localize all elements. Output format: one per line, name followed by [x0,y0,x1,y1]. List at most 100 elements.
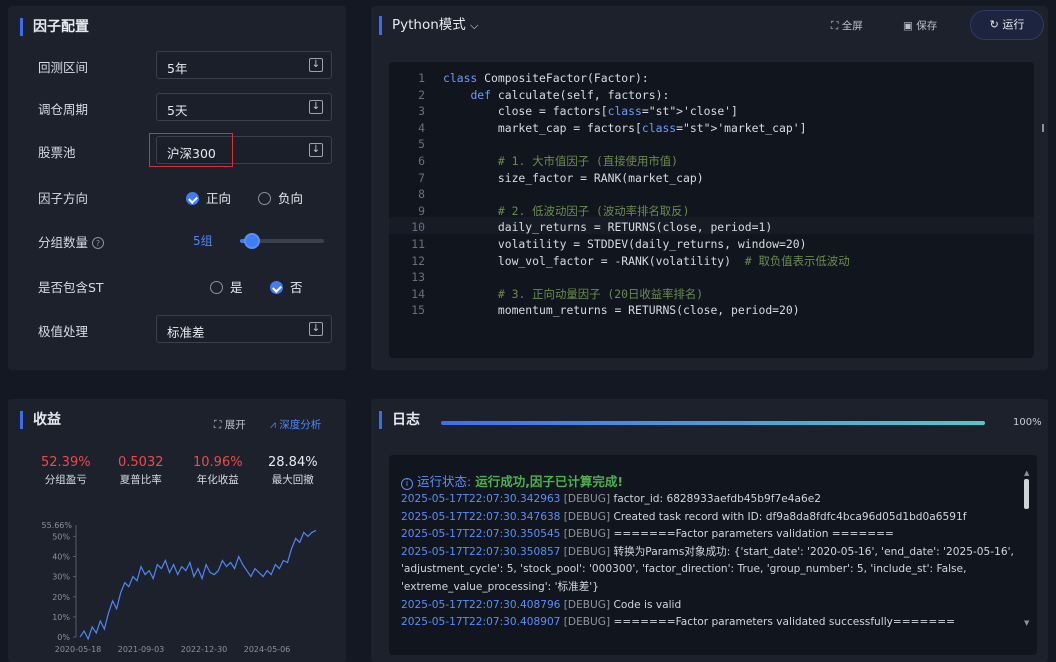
scrollbar-thumb[interactable] [1024,479,1029,509]
expand-button[interactable]: ⛶ 展开 [214,417,246,432]
factor-config-title: 因子配置 [20,18,89,36]
help-icon[interactable]: ? [92,237,104,249]
log-message: Code is valid [613,598,682,611]
returns-title: 收益 [20,411,61,429]
code-text: def calculate(self, factors): [470,87,670,102]
code-text: momentum_returns = RETURNS(close, period… [443,303,800,318]
line-number: 13 [411,270,425,285]
log-message: Created task record with ID: df9a8da8fdf… [613,510,967,523]
code-line: 14 # 3. 正向动量因子 (20日收益率排名) [389,286,1034,303]
code-line: 1 class CompositeFactor(Factor): [389,70,1034,87]
line-number: 1 [418,71,425,85]
stat-label: 夏普比率 [119,474,162,486]
log-timestamp: 2025-05-17T22:07:30.408796 [401,598,564,611]
code-line: 4 market_cap = factors[class="st">'marke… [389,120,1034,137]
mode-selector[interactable]: Python模式 ⌵ [379,16,478,35]
direction-positive-radio[interactable]: 正向 [186,188,231,207]
circle-icon [210,281,223,294]
analysis-button[interactable]: ⩘ 深度分析 [270,417,321,432]
backtest-select[interactable]: 5年 ↓ [156,51,332,79]
log-title: 日志 [379,411,420,429]
st-yes-radio[interactable]: 是 [210,277,243,296]
code-text: # 2. 低波动因子 (波动率排名取反) [497,203,690,218]
line-number: 5 [418,137,425,152]
x-tick-label: 2020-05-18 [55,645,102,654]
groups-row: 分组数量 ? 5组 [8,226,346,256]
status-label: 运行状态: [416,474,472,489]
log-output[interactable]: i 运行状态: 运行成功,因子已计算完成! ▲ ▼ 2025-05-17T22:… [389,455,1037,655]
log-timestamp: 2025-05-17T22:07:30.350857 [401,545,564,558]
st-label: 是否包含ST [38,280,104,295]
x-tick-label: 2024-05-06 [244,645,291,654]
line-number: 11 [411,237,425,251]
code-line: 11 volatility = STDDEV(daily_returns, wi… [389,236,1034,253]
line-number: 8 [418,187,425,202]
returns-panel: 收益 ⛶ 展开 ⩘ 深度分析 52.39% 分组盈亏 0.5032 夏普比率 10.96… [8,399,346,662]
code-editor-panel: Python模式 ⌵ ⛶ 全屏 ▣ 保存 ↻ 运行 1 class Composi… [371,6,1048,370]
code-line: 2 def calculate(self, factors): [389,87,1034,104]
direction-negative-radio[interactable]: 负向 [258,188,303,207]
circle-icon [258,192,271,205]
status-line: i 运行状态: 运行成功,因子已计算完成! [401,471,623,490]
mode-label: Python模式 [392,17,466,33]
extreme-label: 极值处理 [38,324,89,339]
code-line: 5 [389,136,1034,153]
code-text: market_cap = factors[class="st">'market_… [443,120,807,135]
log-panel: 日志 100% i 运行状态: 运行成功,因子已计算完成! ▲ ▼ 2025-0… [371,399,1048,662]
stat-item: 28.84% 最大回撤 [268,455,318,487]
check-circle-icon [186,192,199,205]
returns-chart: 55.66% 0% 10% 20% 30% 40% 50% 2020-05-18 2021-09… [41,521,317,654]
stat-label: 分组盈亏 [44,474,87,486]
code-text: # 1. 大市值因子 (直接使用市值) [497,154,679,168]
stat-item: 52.39% 分组盈亏 [41,455,91,487]
groups-value: 5组 [193,234,213,248]
line-number: 2 [418,87,425,102]
save-icon: ▣ [903,20,917,32]
highlight-box [149,133,233,167]
fullscreen-button[interactable]: ⛶ 全屏 [831,18,863,33]
save-button[interactable]: ▣ 保存 [903,18,937,33]
log-line: 2025-05-17T22:07:30.347638 [DEBUG] Creat… [401,509,1013,526]
check-circle-icon [270,281,283,294]
rebalance-value: 5天 [167,103,188,118]
groups-slider-handle[interactable] [244,233,260,249]
chevron-down-icon: ⌵ [470,19,479,32]
x-tick-label: 2021-09-03 [118,645,165,654]
log-scrollbar[interactable]: ▲ ▼ [1024,469,1029,639]
extreme-select[interactable]: 标准差 ↓ [156,315,332,343]
run-button[interactable]: ↻ 运行 [970,10,1044,40]
direction-row: 因子方向 正向 负向 [8,182,346,212]
scroll-up-icon: ▲ [1024,469,1030,477]
code-area[interactable]: 1 class CompositeFactor(Factor): 2 def cal… [389,62,1034,358]
log-timestamp: 2025-05-17T22:07:30.342963 [401,493,564,505]
code-text: volatility = STDDEV(daily_returns, windo… [443,237,807,251]
st-no-radio[interactable]: 否 [270,277,303,296]
pool-label: 股票池 [38,145,76,160]
y-tick-label: 20% [52,593,70,602]
y-tick-label: 30% [52,573,70,582]
groups-slider-track[interactable] [240,233,324,249]
log-message: =======Factor parameters validated succe… [613,616,956,629]
log-level: [DEBUG] [563,510,614,523]
rebalance-select[interactable]: 5天 ↓ [156,93,332,121]
log-level: [DEBUG] [563,598,614,611]
pool-row: 股票池 沪深300 ↓ [8,133,346,167]
rebalance-label: 调仓周期 [38,102,89,117]
y-tick-label: 40% [52,553,70,562]
stat-label: 最大回撤 [271,474,314,486]
log-level: [DEBUG] [563,528,614,541]
code-text: daily_returns = RETURNS(close, period=1) [443,220,773,235]
log-line: 2025-05-17T22:07:30.342963 [DEBUG] facto… [401,491,1013,508]
progress-percent: 100% [1013,417,1042,428]
log-line: 'extreme_value_processing': '标准差'} [401,579,1013,596]
y-tick-label: 10% [52,613,70,622]
groups-label: 分组数量 ? [38,232,104,251]
log-message: 'extreme_value_processing': '标准差'} [401,581,599,593]
log-timestamp: 2025-05-17T22:07:30.350545 [401,528,564,541]
log-line: 'adjustment_cycle': 5, 'stock_pool': '00… [401,561,1013,578]
log-message: 'adjustment_cycle': 5, 'stock_pool': '00… [401,563,967,576]
code-line: 12 low_vol_factor = -RANK(volatility) # … [389,253,1034,270]
chevron-down-icon: ↓ [309,100,323,114]
code-line: 6 # 1. 大市值因子 (直接使用市值) [389,153,1034,170]
y-tick-label: 55.66% [41,521,72,530]
